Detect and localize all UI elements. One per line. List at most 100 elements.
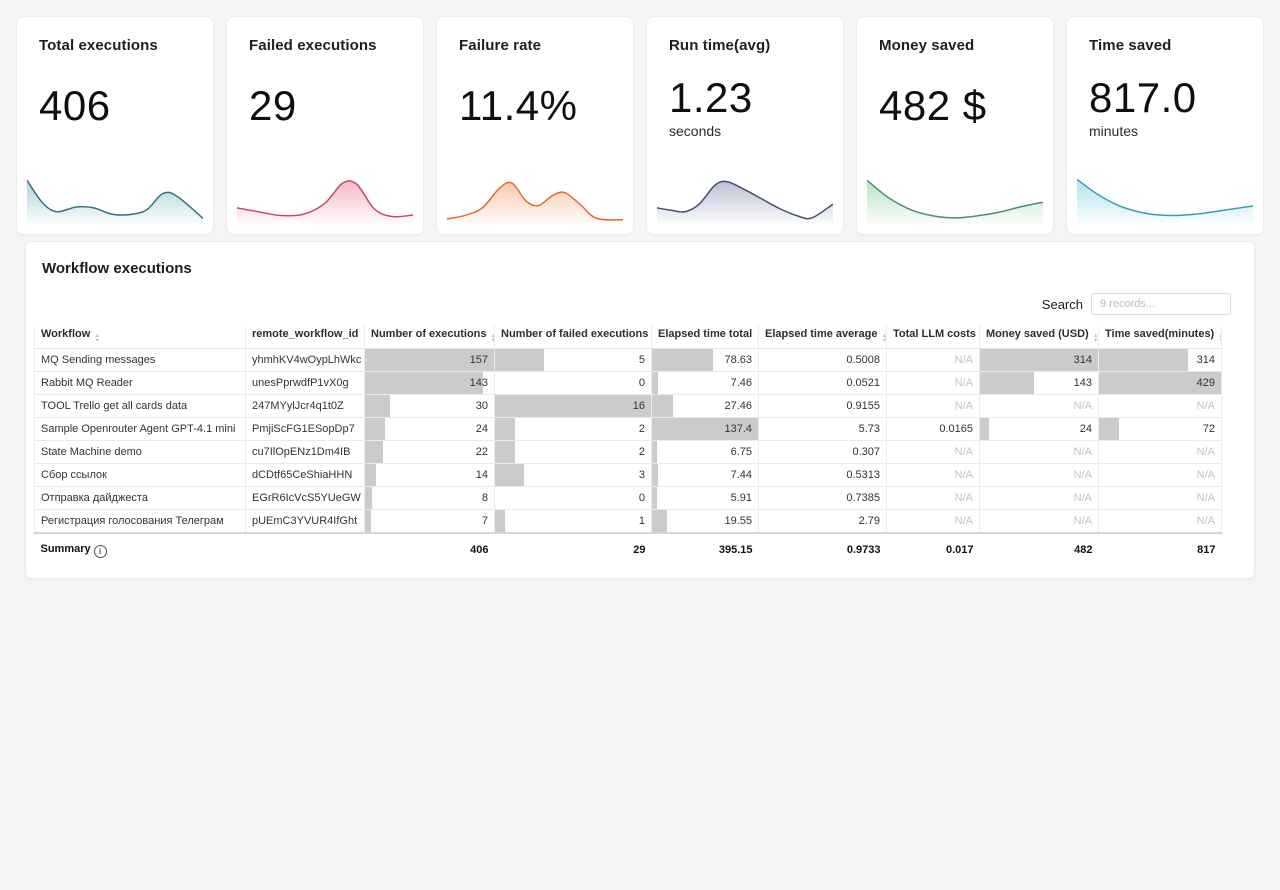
sparkline-chart: [27, 169, 203, 225]
info-icon[interactable]: i: [94, 545, 107, 558]
workflow-table: Workflow▲▼remote_workflow_id▲▼Number of …: [34, 325, 1222, 560]
card-title: Total executions: [39, 37, 191, 54]
cell-remote-workflow-id: yhmhKV4wOypLhWkc: [246, 349, 365, 372]
cell-elapsed-time-total: 19.55: [652, 510, 759, 534]
data-bar: [365, 395, 390, 417]
cell-value: 5.91: [731, 492, 752, 504]
cell-workflow: State Machine demo: [35, 441, 246, 464]
data-bar: [495, 441, 515, 463]
table-row: Сбор ссылокdCDtf65CeShiaHHN1437.440.5313…: [35, 464, 1222, 487]
cell-value: 0: [639, 492, 645, 504]
cell-money-saved-usd: 24: [980, 418, 1099, 441]
data-bar: [495, 464, 524, 486]
table-row: Rabbit MQ ReaderunesPprwdfP1vX0g14307.46…: [35, 372, 1222, 395]
sort-icon: ▲▼: [491, 334, 495, 343]
column-label: Number of executions: [371, 328, 487, 340]
cell-value: 429: [1197, 377, 1215, 389]
column-label: Number of failed executions: [501, 328, 648, 340]
cell-value: N/A: [1197, 469, 1215, 481]
cell-money-saved-usd: N/A: [980, 441, 1099, 464]
search-input[interactable]: [1091, 293, 1231, 315]
cell-value: N/A: [1197, 492, 1215, 504]
cell-value: 143: [1074, 377, 1092, 389]
cell-value: yhmhKV4wOypLhWkc: [252, 354, 361, 366]
column-header-number-of-executions[interactable]: Number of executions ▲▼: [365, 325, 495, 349]
cell-number-of-failed-executions: 2: [495, 441, 652, 464]
data-bar: [652, 487, 657, 509]
column-header-remote-workflow-id[interactable]: remote_workflow_id▲▼: [246, 325, 365, 349]
cell-number-of-executions: 22: [365, 441, 495, 464]
column-header-workflow[interactable]: Workflow▲▼: [35, 325, 246, 349]
card-value: 29: [249, 84, 401, 128]
cell-value: 137.4: [724, 423, 752, 435]
summary-value-time-saved-minutes: 817: [1099, 533, 1222, 560]
data-bar: [495, 510, 505, 532]
cell-value: 2.79: [859, 515, 880, 527]
cell-value: N/A: [1074, 515, 1092, 527]
cell-value: N/A: [1197, 400, 1215, 412]
search-row: Search: [26, 277, 1254, 325]
cell-workflow: Rabbit MQ Reader: [35, 372, 246, 395]
cell-elapsed-time-average: 0.5313: [759, 464, 887, 487]
cell-number-of-failed-executions: 16: [495, 395, 652, 418]
cell-elapsed-time-average: 0.307: [759, 441, 887, 464]
data-bar: [980, 418, 989, 440]
cell-money-saved-usd: N/A: [980, 395, 1099, 418]
cell-time-saved-minutes: 429: [1099, 372, 1222, 395]
cell-value: 6.75: [731, 446, 752, 458]
data-bar: [365, 418, 385, 440]
cell-value: N/A: [1074, 400, 1092, 412]
column-label: Time saved(minutes): [1105, 328, 1214, 340]
sort-icon: ▲▼: [1093, 334, 1099, 343]
card-title: Run time(avg): [669, 37, 821, 54]
cell-value: N/A: [1074, 469, 1092, 481]
cell-number-of-failed-executions: 0: [495, 487, 652, 510]
cell-value: 19.55: [724, 515, 752, 527]
cell-value: 72: [1203, 423, 1215, 435]
cell-total-llm-costs: 0.0165: [887, 418, 980, 441]
cell-money-saved-usd: 143: [980, 372, 1099, 395]
column-header-total-llm-costs[interactable]: Total LLM costs▲▼: [887, 325, 980, 349]
sort-icon: ▲▼: [1218, 334, 1221, 343]
data-bar: [652, 349, 713, 371]
cell-value: 78.63: [724, 354, 752, 366]
cell-value: 30: [476, 400, 488, 412]
cell-value: PmjiScFG1ESopDp7: [252, 423, 355, 435]
column-label: Elapsed time average: [765, 328, 878, 340]
card-title: Time saved: [1089, 37, 1241, 54]
column-header-time-saved-minutes[interactable]: Time saved(minutes) ▲▼: [1099, 325, 1222, 349]
summary-value-number-of-executions: 406: [365, 533, 495, 560]
cell-elapsed-time-average: 0.7385: [759, 487, 887, 510]
column-header-elapsed-time-total[interactable]: Elapsed time total▲▼: [652, 325, 759, 349]
table-header-row: Workflow▲▼remote_workflow_id▲▼Number of …: [35, 325, 1222, 349]
table-row: Sample Openrouter Agent GPT-4.1 miniPmji…: [35, 418, 1222, 441]
cell-value: 5.73: [859, 423, 880, 435]
cell-value: 16: [633, 400, 645, 412]
data-bar: [365, 372, 483, 394]
cell-workflow: Регистрация голосования Телеграм: [35, 510, 246, 534]
cell-value: 22: [476, 446, 488, 458]
card-title: Failed executions: [249, 37, 401, 54]
sparkline-chart: [1077, 169, 1253, 225]
cell-value: Отправка дайджеста: [41, 492, 148, 504]
cell-number-of-executions: 30: [365, 395, 495, 418]
cell-value: 0.0521: [846, 377, 880, 389]
cell-workflow: MQ Sending messages: [35, 349, 246, 372]
cell-value: 2: [639, 446, 645, 458]
column-header-money-saved-usd[interactable]: Money saved (USD)▲▼: [980, 325, 1099, 349]
cell-value: 7: [482, 515, 488, 527]
data-bar: [365, 510, 371, 532]
cell-value: N/A: [955, 377, 973, 389]
cell-elapsed-time-average: 0.9155: [759, 395, 887, 418]
column-header-number-of-failed-executions[interactable]: Number of failed executions▲▼: [495, 325, 652, 349]
card-unit: seconds: [669, 123, 821, 139]
cell-value: 3: [639, 469, 645, 481]
cell-value: 27.46: [724, 400, 752, 412]
cell-value: 247MYylJcr4q1t0Z: [252, 400, 344, 412]
cell-value: N/A: [955, 515, 973, 527]
column-label: Workflow: [41, 328, 90, 340]
cell-value: 0.5313: [846, 469, 880, 481]
column-header-elapsed-time-average[interactable]: Elapsed time average▲▼: [759, 325, 887, 349]
cell-remote-workflow-id: PmjiScFG1ESopDp7: [246, 418, 365, 441]
cell-number-of-failed-executions: 3: [495, 464, 652, 487]
